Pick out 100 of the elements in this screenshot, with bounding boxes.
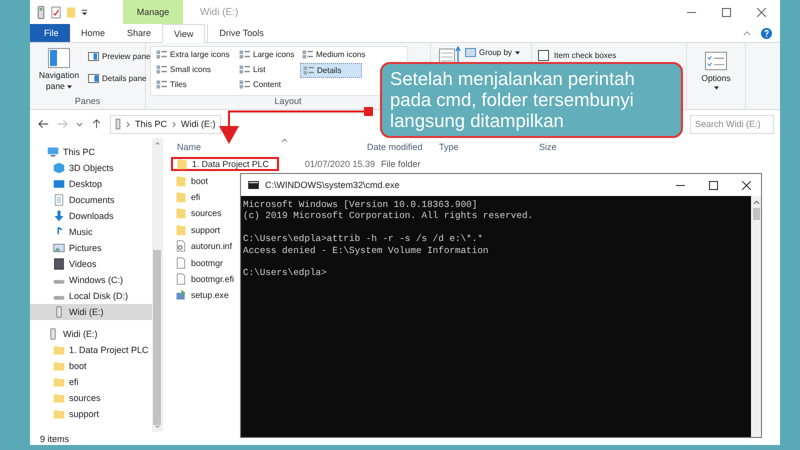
layout-option[interactable]: List — [237, 63, 297, 76]
nav-item[interactable]: support — [30, 406, 152, 422]
address-bar[interactable]: This PC Widi (E:) — [110, 114, 221, 134]
folder-icon — [53, 408, 65, 420]
nav-item[interactable]: boot — [30, 358, 152, 374]
nav-item[interactable]: 1. Data Project PLC — [30, 342, 152, 358]
desktop-icon — [53, 178, 65, 190]
console-icon — [248, 181, 259, 189]
column-header[interactable]: Name — [171, 142, 367, 152]
back-icon[interactable] — [38, 119, 49, 129]
nav-item[interactable]: Downloads — [30, 208, 152, 224]
nav-item[interactable]: Local Disk (D:) — [30, 288, 152, 304]
folder-icon — [53, 344, 65, 356]
layout-option[interactable]: Large icons — [237, 48, 297, 61]
group-label: Layout — [274, 96, 302, 106]
pane-option[interactable]: Details pane — [86, 72, 152, 85]
up-icon[interactable] — [91, 119, 102, 129]
window-title: Widi (E:) — [200, 6, 238, 18]
sort-caret-icon — [281, 138, 288, 143]
scrollbar[interactable] — [751, 196, 761, 437]
collapse-ribbon-icon[interactable] — [743, 30, 751, 36]
breadcrumb[interactable]: This PC — [135, 119, 168, 129]
ribbon-tab[interactable]: View — [162, 24, 206, 43]
scroll-up-icon[interactable] — [154, 142, 160, 145]
breadcrumb[interactable]: Widi (E:) — [181, 119, 216, 129]
usb-drive-icon[interactable] — [36, 6, 46, 18]
file-item[interactable]: support — [171, 222, 224, 237]
view-icon — [303, 66, 314, 75]
layout-option[interactable]: Small icons — [154, 63, 234, 76]
item-check-boxes-checkbox[interactable]: Item check boxes — [536, 46, 618, 62]
file-item[interactable]: efi — [171, 190, 204, 204]
group-by-button[interactable]: Group by — [463, 46, 522, 59]
document-icon — [53, 194, 65, 206]
checkbox[interactable] — [538, 50, 549, 61]
navigation-pane-button[interactable]: Navigation pane — [34, 46, 84, 96]
item-count: 9 items — [40, 434, 70, 444]
nav-item[interactable]: 3D Objects — [30, 160, 152, 176]
layout-option[interactable]: Details — [300, 63, 362, 78]
file-item[interactable]: autorun.inf — [171, 239, 236, 254]
options-icon — [705, 51, 727, 71]
column-header[interactable]: Size — [539, 142, 557, 152]
maximize-icon[interactable] — [722, 8, 731, 16]
gear-file-icon — [175, 240, 187, 252]
film-icon — [53, 258, 65, 270]
installer-icon — [175, 289, 187, 302]
caret-icon[interactable] — [81, 8, 88, 16]
nav-item[interactable]: Windows (C:) — [30, 272, 152, 288]
help-icon[interactable] — [761, 28, 772, 38]
view-icon — [156, 80, 167, 89]
layout-option[interactable]: Content — [237, 78, 297, 91]
scrollbar[interactable] — [152, 138, 162, 432]
folder-icon — [175, 174, 187, 187]
chevron-icon — [126, 120, 130, 128]
ribbon-tab[interactable]: Share — [116, 24, 162, 42]
column-header[interactable]: Type — [439, 142, 539, 152]
close-icon[interactable] — [757, 8, 766, 16]
ribbon-tab[interactable]: Home — [70, 24, 116, 42]
layout-option[interactable]: Extra large icons — [154, 48, 234, 61]
group-icon — [465, 48, 476, 57]
file-item[interactable]: bootmgr.efi — [171, 272, 238, 286]
nav-item[interactable]: This PC — [30, 144, 152, 160]
folder-icon — [175, 224, 187, 236]
nav-item[interactable]: Documents — [30, 192, 152, 208]
nav-item[interactable]: Videos — [30, 256, 152, 272]
search-field[interactable]: Search Widi (E:) — [690, 114, 774, 134]
scroll-thumb[interactable] — [153, 250, 161, 425]
console-line: (c) 2019 Microsoft Corporation. All rights reserved. — [243, 210, 534, 222]
file-item[interactable]: boot — [171, 174, 212, 188]
caret-icon — [714, 86, 718, 90]
file-item[interactable]: bootmgr — [171, 256, 227, 270]
view-icon — [239, 65, 250, 74]
type-cell-text: File folder — [381, 159, 422, 170]
recent-locations-icon[interactable] — [76, 122, 83, 126]
properties-icon[interactable] — [51, 6, 61, 18]
view-icon — [239, 80, 250, 89]
file-item[interactable]: 1. Data Project PLC — [171, 157, 279, 172]
console-line: C:\Users\edpla> — [243, 267, 328, 279]
nav-item[interactable]: sources — [30, 390, 152, 406]
column-header[interactable]: Date modified — [367, 142, 439, 152]
view-icon — [156, 65, 167, 74]
close-icon[interactable] — [742, 180, 751, 190]
nav-item[interactable]: efi — [30, 374, 152, 390]
nav-item[interactable]: Pictures — [30, 240, 152, 256]
nav-item[interactable]: Desktop — [30, 176, 152, 192]
file-item[interactable]: sources — [171, 206, 226, 220]
pane-option[interactable]: Preview pane — [86, 50, 152, 63]
ribbon-tab[interactable]: File — [30, 24, 70, 42]
scroll-thumb[interactable] — [752, 208, 760, 220]
layout-option[interactable]: Tiles — [154, 78, 234, 91]
maximize-icon[interactable] — [709, 180, 718, 190]
nav-item[interactable]: Music — [30, 224, 152, 240]
nav-item[interactable]: Widi (E:) — [30, 304, 152, 320]
file-item[interactable]: setup.exe — [171, 288, 233, 302]
caret-icon — [67, 84, 72, 89]
scroll-down-icon[interactable] — [154, 425, 160, 428]
folder-icon — [53, 360, 65, 372]
nav-item[interactable]: Widi (E:) — [30, 326, 152, 342]
scroll-up-icon[interactable] — [752, 200, 760, 205]
options-button[interactable]: Options — [691, 49, 741, 92]
chevron-icon — [172, 120, 176, 128]
